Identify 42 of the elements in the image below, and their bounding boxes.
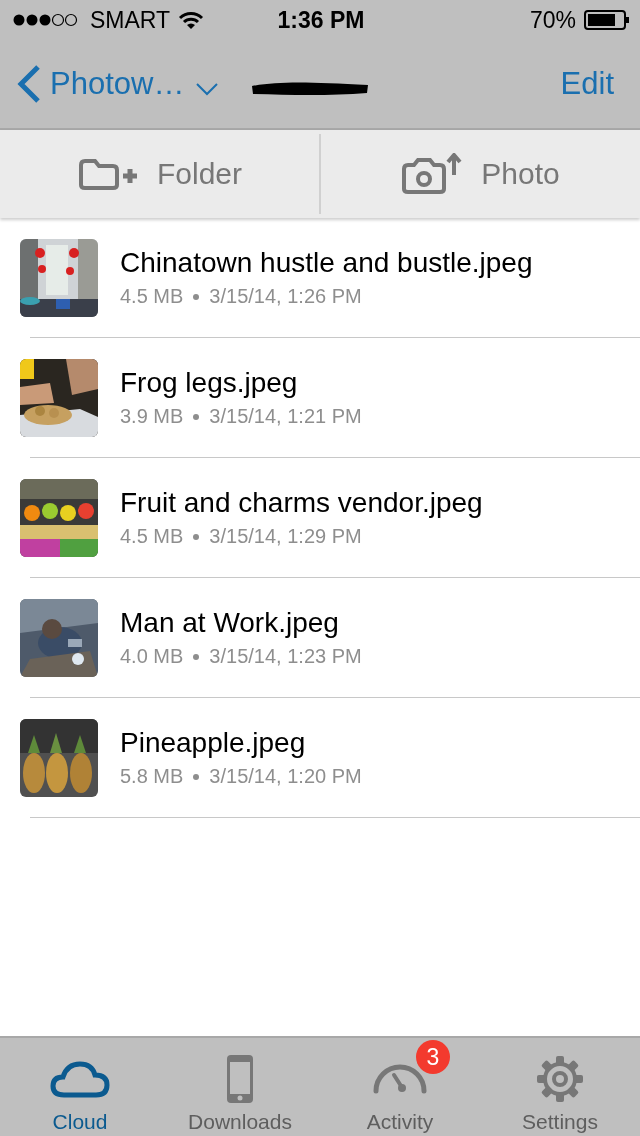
file-size: 4.0 MB [120, 645, 184, 668]
file-name[interactable]: Chinatown hustle and bustle.jpeg [120, 247, 533, 279]
file-size: 4.5 MB [120, 525, 184, 548]
file-date: 3/15/14, 1:26 PM [209, 285, 362, 308]
dropdown-caret-icon [196, 82, 219, 96]
settings-icon [537, 1056, 583, 1102]
folder-add-icon [76, 157, 139, 191]
phone-icon [226, 1054, 254, 1104]
battery-icon [584, 10, 630, 30]
file-size: 5.8 MB [120, 765, 184, 788]
file-size: 3.9 MB [120, 405, 184, 428]
notification-badge: 3 [416, 1040, 450, 1074]
new-folder-button[interactable]: Folder [0, 130, 319, 218]
file-date: 3/15/14, 1:20 PM [209, 765, 362, 788]
file-date: 3/15/14, 1:29 PM [209, 525, 362, 548]
status-time: 1:36 PM [277, 6, 365, 34]
edit-button[interactable]: Edit [560, 66, 614, 102]
file-name[interactable]: Pineapple.jpeg [120, 727, 362, 759]
back-chevron-icon [16, 64, 42, 104]
battery-percent: 70% [529, 6, 576, 34]
bullet-icon [193, 293, 200, 300]
file-name[interactable]: Frog legs.jpeg [120, 367, 362, 399]
bullet-icon [193, 653, 200, 660]
file-name[interactable]: Fruit and charms vendor.jpeg [120, 487, 483, 519]
bullet-icon [193, 533, 200, 540]
file-date: 3/15/14, 1:21 PM [209, 405, 362, 428]
tab-item[interactable]: Cloud [0, 1038, 160, 1136]
tab-item[interactable]: Downloads [160, 1038, 320, 1136]
gauge-icon [372, 1063, 428, 1095]
file-size: 4.5 MB [120, 285, 184, 308]
carrier-name: SMART [90, 6, 171, 34]
camera-upload-icon [401, 153, 464, 195]
cloud-icon [50, 1059, 110, 1099]
bullet-icon [193, 773, 200, 780]
back-button[interactable]: Photow… [16, 64, 185, 104]
tab-item[interactable]: 3 Activity [320, 1038, 480, 1136]
upload-photo-button[interactable]: Photo [321, 130, 640, 218]
wifi-icon [178, 10, 205, 30]
tab-item[interactable]: Settings [480, 1038, 640, 1136]
bullet-icon [193, 413, 200, 420]
file-date: 3/15/14, 1:23 PM [209, 645, 362, 668]
file-name[interactable]: Man at Work.jpeg [120, 607, 362, 639]
